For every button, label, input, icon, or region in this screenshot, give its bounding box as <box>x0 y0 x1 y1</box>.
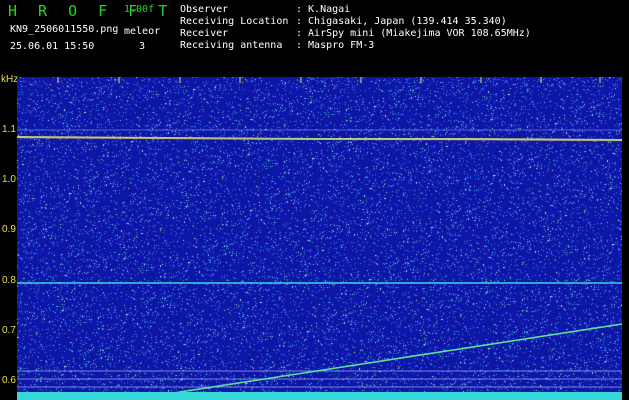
hrofft-window: H R O F F T 1.00f KN9_2506011550.png mel… <box>0 0 629 400</box>
freq-unit-label: kHz <box>1 74 19 85</box>
antenna-label: Receiving antenna <box>180 40 283 51</box>
freq-tick: 0.9 <box>2 224 16 235</box>
app-version: 1.00f <box>124 4 155 15</box>
spectrogram-overlay <box>17 77 622 400</box>
freq-tick: 1.0 <box>2 174 16 185</box>
location-value: : Chigasaki, Japan (139.414 35.340) <box>296 16 507 27</box>
location-label: Receiving Location <box>180 16 289 27</box>
mode-value: 3 <box>139 41 146 52</box>
capture-datetime: 25.06.01 15:50 <box>10 41 95 52</box>
observer-value: : K.Nagai <box>296 4 351 15</box>
bottom-noise-band <box>17 392 622 400</box>
freq-tick: 0.7 <box>2 325 16 336</box>
spectrogram-plot <box>17 77 622 400</box>
file-name: KN9_2506011550.png <box>10 24 119 35</box>
freq-tick: 0.8 <box>2 275 16 286</box>
receiver-value: : AirSpy mini (Miakejima VOR 108.65MHz) <box>296 28 531 39</box>
freq-tick: 0.6 <box>2 375 16 386</box>
sloping-signal-line <box>166 323 622 395</box>
freq-tick: 1.1 <box>2 124 16 135</box>
antenna-value: : Maspro FM-3 <box>296 40 375 51</box>
observer-label: Observer <box>180 4 229 15</box>
receiver-label: Receiver <box>180 28 229 39</box>
time-grid <box>57 77 601 83</box>
mode-label: meleor <box>124 26 161 37</box>
